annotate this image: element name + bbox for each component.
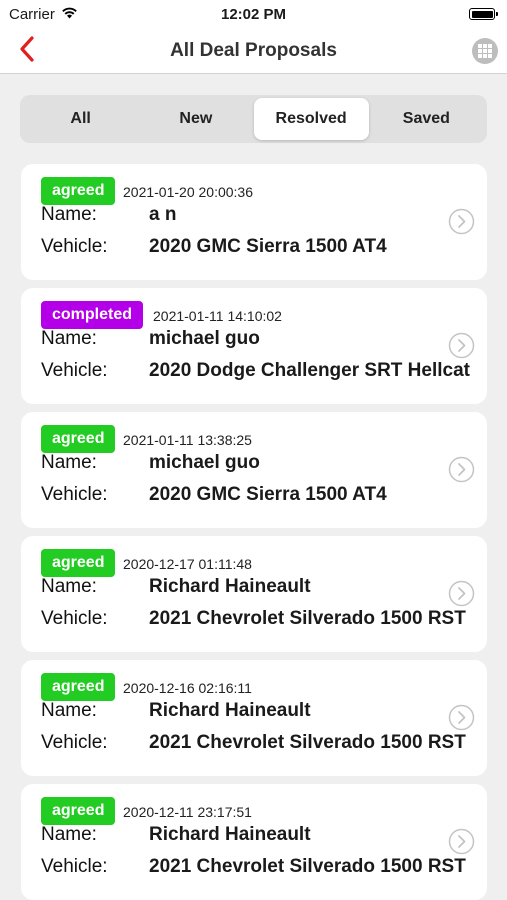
status-badge: agreed (41, 425, 116, 453)
battery-fill (471, 10, 493, 18)
vehicle-name: 2020 GMC Sierra 1500 AT4 (149, 484, 387, 505)
status-badge: agreed (41, 549, 116, 577)
chevron-right-icon (448, 456, 475, 483)
vehicle-label: Vehicle: (41, 360, 108, 381)
customer-name: michael guo (149, 452, 260, 473)
vehicle-name: 2020 GMC Sierra 1500 AT4 (149, 236, 387, 257)
name-label: Name: (41, 700, 97, 721)
name-label: Name: (41, 328, 97, 349)
customer-name: Richard Haineault (149, 824, 311, 845)
status-bar: Carrier 12:02 PM (0, 0, 507, 28)
vehicle-label: Vehicle: (41, 484, 108, 505)
page-title: All Deal Proposals (170, 40, 337, 61)
status-left: Carrier (9, 6, 78, 23)
tab-saved[interactable]: Saved (369, 98, 484, 140)
deal-timestamp: 2021-01-20 20:00:36 (123, 184, 253, 200)
deal-card[interactable]: completed 2021-01-11 14:10:02 Name: mich… (21, 288, 487, 404)
vehicle-label: Vehicle: (41, 236, 108, 257)
battery-icon (469, 8, 498, 20)
chevron-right-icon (448, 208, 475, 235)
deal-timestamp: 2020-12-16 02:16:11 (123, 680, 252, 696)
status-badge: agreed (41, 797, 116, 825)
name-label: Name: (41, 204, 97, 225)
status-time: 12:02 PM (220, 5, 287, 23)
deal-timestamp: 2020-12-17 01:11:48 (123, 556, 252, 572)
grid-menu-button[interactable] (471, 37, 499, 65)
chevron-right-icon (448, 332, 475, 359)
nav-bar: All Deal Proposals (0, 28, 507, 74)
customer-name: Richard Haineault (149, 576, 311, 597)
vehicle-name: 2020 Dodge Challenger SRT Hellcat (149, 360, 470, 381)
chevron-right-icon (448, 704, 475, 731)
deal-card[interactable]: agreed 2020-12-11 23:17:51 Name: Richard… (21, 784, 487, 900)
customer-name: a n (149, 204, 177, 225)
grid-icon (471, 38, 499, 69)
customer-name: Richard Haineault (149, 700, 311, 721)
deal-list: agreed 2021-01-20 20:00:36 Name: a n Veh… (21, 164, 487, 900)
name-label: Name: (41, 452, 97, 473)
deal-timestamp: 2020-12-11 23:17:51 (123, 804, 252, 820)
status-badge: agreed (41, 673, 116, 701)
deal-timestamp: 2021-01-11 13:38:25 (123, 432, 252, 448)
deal-card[interactable]: agreed 2021-01-11 13:38:25 Name: michael… (21, 412, 487, 528)
filter-tabs: All New Resolved Saved (20, 95, 487, 143)
deal-card[interactable]: agreed 2021-01-20 20:00:36 Name: a n Veh… (21, 164, 487, 280)
vehicle-label: Vehicle: (41, 856, 108, 877)
vehicle-label: Vehicle: (41, 608, 108, 629)
status-badge: completed (41, 301, 144, 329)
vehicle-name: 2021 Chevrolet Silverado 1500 RST (149, 856, 466, 877)
name-label: Name: (41, 576, 97, 597)
wifi-icon (61, 6, 78, 23)
tab-all[interactable]: All (23, 98, 138, 140)
deal-card[interactable]: agreed 2020-12-17 01:11:48 Name: Richard… (21, 536, 487, 652)
vehicle-name: 2021 Chevrolet Silverado 1500 RST (149, 608, 466, 629)
vehicle-name: 2021 Chevrolet Silverado 1500 RST (149, 732, 466, 753)
name-label: Name: (41, 824, 97, 845)
tab-new[interactable]: New (138, 98, 253, 140)
tab-resolved[interactable]: Resolved (253, 98, 369, 140)
deal-card[interactable]: agreed 2020-12-16 02:16:11 Name: Richard… (21, 660, 487, 776)
deal-timestamp: 2021-01-11 14:10:02 (153, 308, 282, 324)
vehicle-label: Vehicle: (41, 732, 108, 753)
status-badge: agreed (41, 177, 116, 205)
chevron-right-icon (448, 828, 475, 855)
chevron-right-icon (448, 580, 475, 607)
carrier-label: Carrier (9, 5, 55, 23)
customer-name: michael guo (149, 328, 260, 349)
